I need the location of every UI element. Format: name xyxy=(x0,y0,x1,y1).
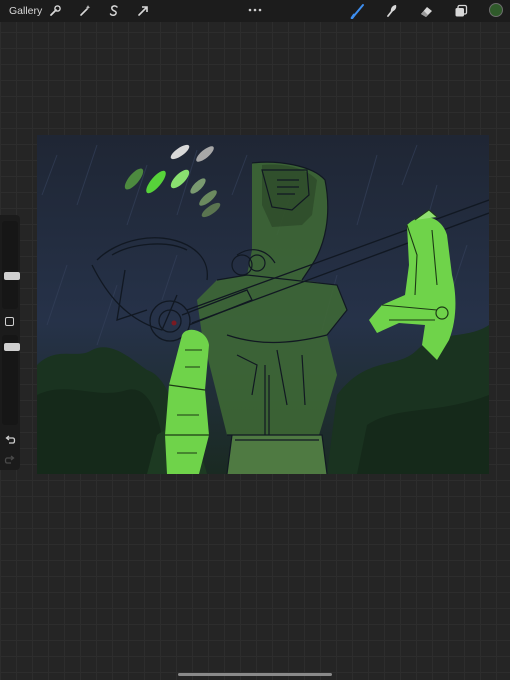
gallery-button[interactable]: Gallery xyxy=(9,4,42,18)
modify-button[interactable] xyxy=(5,317,14,326)
transform-arrow-icon[interactable] xyxy=(135,3,151,19)
procreate-workspace: Gallery xyxy=(0,0,510,680)
wrench-icon[interactable] xyxy=(47,3,63,19)
opacity-handle[interactable] xyxy=(4,342,20,351)
brush-icon[interactable] xyxy=(350,3,366,19)
layers-icon[interactable] xyxy=(453,3,469,19)
brush-size-slider[interactable] xyxy=(2,221,20,309)
more-options-icon[interactable] xyxy=(247,2,263,12)
redo-icon[interactable] xyxy=(4,453,16,465)
left-sidebar xyxy=(0,215,20,470)
color-picker-swatch[interactable] xyxy=(489,3,503,17)
home-indicator xyxy=(178,673,332,676)
drawing-canvas[interactable] xyxy=(37,135,489,474)
smudge-icon[interactable] xyxy=(384,3,400,19)
selection-s-icon[interactable] xyxy=(106,3,122,19)
eraser-icon[interactable] xyxy=(418,3,434,19)
brush-size-handle[interactable] xyxy=(4,272,20,281)
opacity-slider[interactable] xyxy=(2,335,20,425)
artwork-illustration xyxy=(37,135,489,474)
top-toolbar: Gallery xyxy=(0,0,510,22)
magic-wand-icon[interactable] xyxy=(77,3,93,19)
undo-icon[interactable] xyxy=(4,433,16,445)
